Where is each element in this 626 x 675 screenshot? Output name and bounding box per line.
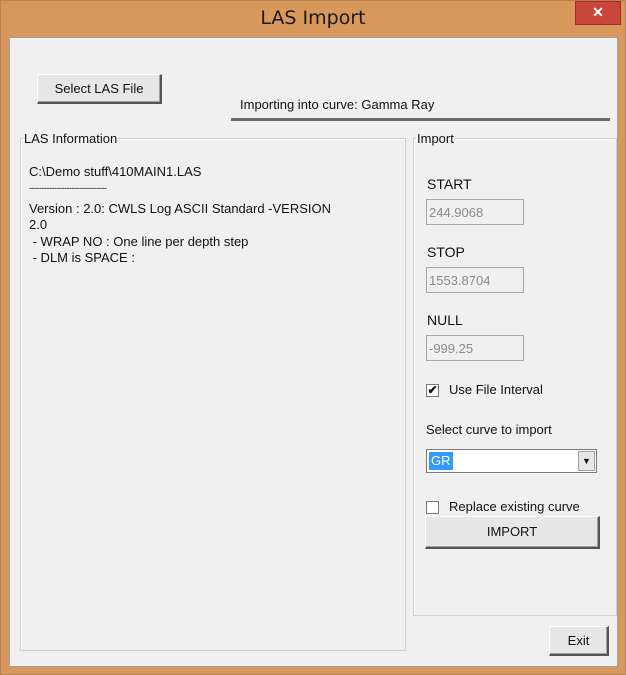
use-file-interval-checkbox[interactable]: ✔ [426,384,439,397]
las-version-line: Version : 2.0: CWLS Log ASCII Standard -… [29,201,332,216]
start-label: START [427,176,472,192]
stop-label: STOP [427,244,465,260]
las-information-legend: LAS Information [24,131,118,146]
replace-existing-curve-label: Replace existing curve [449,499,580,514]
curve-select[interactable]: GR ▼ [426,449,597,473]
select-curve-label: Select curve to import [426,422,552,437]
import-legend: Import [417,131,454,146]
null-field[interactable] [426,335,524,361]
dropdown-arrow-glyph: ▼ [582,456,591,466]
status-divider [231,118,610,121]
import-button[interactable]: IMPORT [425,516,600,549]
null-label: NULL [427,312,463,328]
las-wrap-line: - WRAP NO : One line per depth step [29,234,249,249]
las-information-group: LAS Information C:\Demo stuff\410MAIN1.L… [20,131,406,651]
close-button[interactable]: ✕ [575,1,621,25]
curve-select-value: GR [429,452,453,470]
start-field[interactable] [426,199,524,225]
las-version-line-2: 2.0 [29,217,48,232]
close-icon: ✕ [592,4,604,20]
window-title: LAS Import [260,7,366,29]
las-import-window: LAS Import ✕ Select LAS File Importing i… [0,0,626,675]
exit-button[interactable]: Exit [549,626,609,656]
chevron-down-icon[interactable]: ▼ [578,451,595,471]
select-las-file-button[interactable]: Select LAS File [37,74,162,104]
las-file-path: C:\Demo stuff\410MAIN1.LAS [29,164,202,179]
title-bar[interactable]: LAS Import ✕ [1,1,625,37]
use-file-interval-label: Use File Interval [449,382,543,397]
dialog-body: Select LAS File Importing into curve: Ga… [9,37,618,667]
las-dlm-line: - DLM is SPACE : [29,250,135,265]
import-curve-status: Importing into curve: Gamma Ray [240,97,435,112]
info-separator: ------------------------------- [29,183,107,193]
stop-field[interactable] [426,267,524,293]
check-icon: ✔ [427,383,438,397]
replace-existing-curve-checkbox[interactable] [426,501,439,514]
